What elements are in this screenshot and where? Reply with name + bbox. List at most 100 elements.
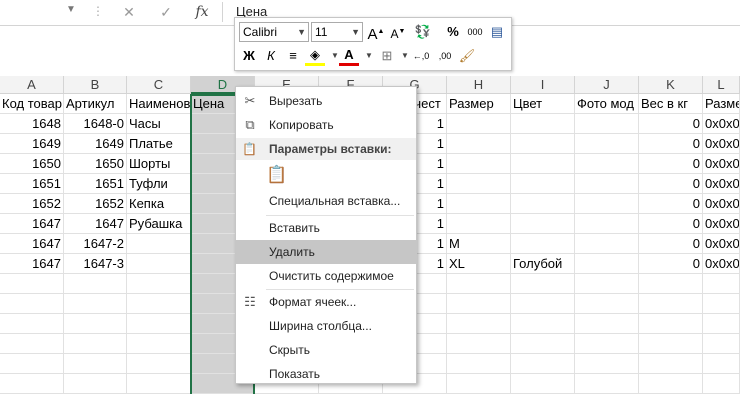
- cell-B4[interactable]: 1650: [64, 154, 127, 174]
- cell-C7[interactable]: Рубашка: [127, 214, 191, 234]
- shrink-font-button[interactable]: A▼: [388, 22, 408, 42]
- cell-J8[interactable]: [575, 234, 639, 254]
- font-size-select[interactable]: 11 ▼: [311, 22, 363, 42]
- cell-J6[interactable]: [575, 194, 639, 214]
- cell-C14[interactable]: [127, 354, 191, 374]
- cell-B9[interactable]: 1647-3: [64, 254, 127, 274]
- align-center-button[interactable]: ≡: [283, 46, 303, 66]
- cell-I10[interactable]: [511, 274, 575, 294]
- fill-color-icon[interactable]: ◈: [305, 46, 325, 66]
- cell-J7[interactable]: [575, 214, 639, 234]
- cell-B1[interactable]: Артикул: [64, 94, 127, 114]
- cell-C6[interactable]: Кепка: [127, 194, 191, 214]
- cell-I3[interactable]: [511, 134, 575, 154]
- cell-H15[interactable]: [447, 374, 511, 394]
- cell-I14[interactable]: [511, 354, 575, 374]
- cell-H11[interactable]: [447, 294, 511, 314]
- cell-K12[interactable]: [639, 314, 703, 334]
- cell-J10[interactable]: [575, 274, 639, 294]
- cell-H8[interactable]: M: [447, 234, 511, 254]
- cell-C15[interactable]: [127, 374, 191, 394]
- cell-I12[interactable]: [511, 314, 575, 334]
- cell-K11[interactable]: [639, 294, 703, 314]
- menu-item-insert[interactable]: Вставить: [236, 216, 416, 240]
- cell-K7[interactable]: 0: [639, 214, 703, 234]
- cell-B6[interactable]: 1652: [64, 194, 127, 214]
- cell-L7[interactable]: 0x0x0: [703, 214, 740, 234]
- cell-J3[interactable]: [575, 134, 639, 154]
- cell-C2[interactable]: Часы: [127, 114, 191, 134]
- chevron-down-icon[interactable]: ▼: [359, 46, 379, 66]
- cell-I1[interactable]: Цвет: [511, 94, 575, 114]
- cell-J11[interactable]: [575, 294, 639, 314]
- cell-A6[interactable]: 1652: [0, 194, 64, 214]
- column-header-B[interactable]: B: [64, 76, 127, 94]
- cell-L12[interactable]: [703, 314, 740, 334]
- cell-C10[interactable]: [127, 274, 191, 294]
- cell-C1[interactable]: Наименов: [127, 94, 191, 114]
- cell-K13[interactable]: [639, 334, 703, 354]
- cell-C3[interactable]: Платье: [127, 134, 191, 154]
- cell-I6[interactable]: [511, 194, 575, 214]
- decrease-decimal-button[interactable]: ,00: [435, 46, 455, 66]
- cell-A4[interactable]: 1650: [0, 154, 64, 174]
- cell-J4[interactable]: [575, 154, 639, 174]
- italic-button[interactable]: К: [261, 46, 281, 66]
- cell-L2[interactable]: 0x0x0: [703, 114, 740, 134]
- cell-H9[interactable]: XL: [447, 254, 511, 274]
- column-header-C[interactable]: C: [127, 76, 191, 94]
- cell-B3[interactable]: 1649: [64, 134, 127, 154]
- cell-I2[interactable]: [511, 114, 575, 134]
- accounting-format-icon[interactable]: 💱: [413, 22, 433, 42]
- borders-icon[interactable]: ⊞: [377, 46, 397, 66]
- cell-B11[interactable]: [64, 294, 127, 314]
- cell-A13[interactable]: [0, 334, 64, 354]
- cell-L14[interactable]: [703, 354, 740, 374]
- cell-I5[interactable]: [511, 174, 575, 194]
- cell-L9[interactable]: 0x0x0: [703, 254, 740, 274]
- cancel-icon[interactable]: ✕: [118, 2, 140, 22]
- bold-button[interactable]: Ж: [239, 46, 259, 66]
- menu-item-format-cells[interactable]: ☷ Формат ячеек...: [236, 290, 416, 314]
- cell-H14[interactable]: [447, 354, 511, 374]
- cell-A8[interactable]: 1647: [0, 234, 64, 254]
- cell-K10[interactable]: [639, 274, 703, 294]
- cell-H1[interactable]: Размер: [447, 94, 511, 114]
- cell-H2[interactable]: [447, 114, 511, 134]
- cell-A10[interactable]: [0, 274, 64, 294]
- cell-C13[interactable]: [127, 334, 191, 354]
- cell-K1[interactable]: Вес в кг: [639, 94, 703, 114]
- menu-item-unhide[interactable]: Показать: [236, 362, 416, 386]
- cell-K14[interactable]: [639, 354, 703, 374]
- cell-B7[interactable]: 1647: [64, 214, 127, 234]
- cell-J14[interactable]: [575, 354, 639, 374]
- cell-J2[interactable]: [575, 114, 639, 134]
- cell-J13[interactable]: [575, 334, 639, 354]
- menu-item-hide[interactable]: Скрыть: [236, 338, 416, 362]
- cell-L11[interactable]: [703, 294, 740, 314]
- cell-B14[interactable]: [64, 354, 127, 374]
- column-header-I[interactable]: I: [511, 76, 575, 94]
- font-name-select[interactable]: Calibri ▼: [239, 22, 309, 42]
- cell-K4[interactable]: 0: [639, 154, 703, 174]
- cell-L6[interactable]: 0x0x0: [703, 194, 740, 214]
- cell-C11[interactable]: [127, 294, 191, 314]
- cell-A5[interactable]: 1651: [0, 174, 64, 194]
- cell-K6[interactable]: 0: [639, 194, 703, 214]
- cell-A12[interactable]: [0, 314, 64, 334]
- format-painter-icon[interactable]: 🖌: [457, 46, 477, 66]
- cell-I11[interactable]: [511, 294, 575, 314]
- column-header-L[interactable]: L: [703, 76, 740, 94]
- cell-L4[interactable]: 0x0x0: [703, 154, 740, 174]
- menu-item-clear-contents[interactable]: Очистить содержимое: [236, 264, 416, 288]
- cell-K9[interactable]: 0: [639, 254, 703, 274]
- column-header-K[interactable]: K: [639, 76, 703, 94]
- cell-A7[interactable]: 1647: [0, 214, 64, 234]
- menu-item-paste-special[interactable]: Специальная вставка...: [236, 189, 416, 213]
- cell-A9[interactable]: 1647: [0, 254, 64, 274]
- column-header-J[interactable]: J: [575, 76, 639, 94]
- cell-C12[interactable]: [127, 314, 191, 334]
- cell-L8[interactable]: 0x0x0: [703, 234, 740, 254]
- insert-function-button[interactable]: fx: [191, 2, 213, 22]
- cell-L13[interactable]: [703, 334, 740, 354]
